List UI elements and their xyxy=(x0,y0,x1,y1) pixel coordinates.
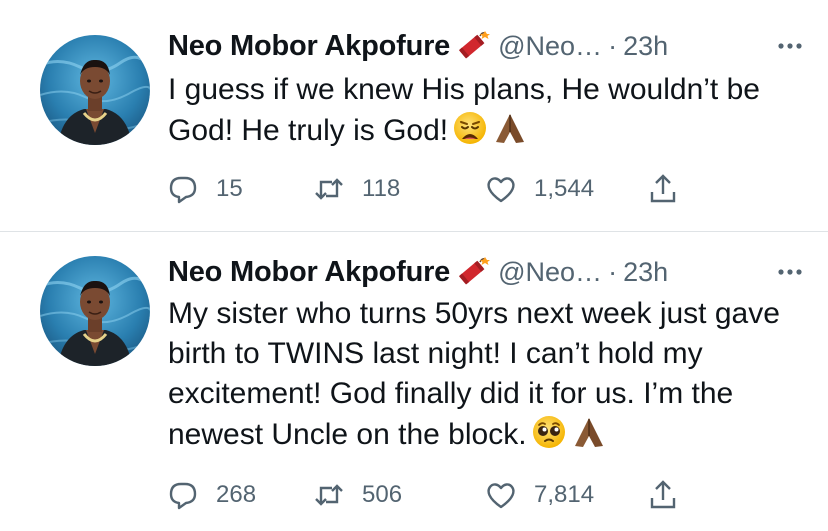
tweet-header: Neo Mobor Akpofure @Neo… · 23h xyxy=(168,252,808,292)
tweet-text-content: My sister who turns 50yrs next week just… xyxy=(168,297,780,451)
heart-icon xyxy=(487,483,515,509)
reply-count: 15 xyxy=(216,175,243,202)
folded-hands-emoji xyxy=(492,110,528,146)
reply-button[interactable]: 15 xyxy=(166,169,243,209)
like-count: 7,814 xyxy=(534,481,595,508)
separator-dot: · xyxy=(608,256,618,287)
retweet-count: 506 xyxy=(362,481,403,508)
share-icon xyxy=(650,174,676,203)
like-count: 1,544 xyxy=(534,175,595,202)
tweet-actions: 15 118 1,544 xyxy=(160,169,700,209)
firecracker-icon xyxy=(452,29,492,63)
pleading-face-emoji xyxy=(531,414,567,450)
retweet-count: 118 xyxy=(362,175,401,202)
separator-dot: · xyxy=(608,30,618,61)
share-button[interactable] xyxy=(646,475,696,515)
timestamp[interactable]: 23h xyxy=(623,257,668,288)
retweet-button[interactable]: 506 xyxy=(312,475,402,515)
retweet-icon xyxy=(315,484,343,506)
firecracker-icon xyxy=(452,255,492,289)
reply-icon xyxy=(169,482,197,510)
retweet-button[interactable]: 118 xyxy=(312,169,400,209)
like-button[interactable]: 1,544 xyxy=(484,169,594,209)
tweet-text: I guess if we knew His plans, He wouldn’… xyxy=(168,70,798,151)
share-button[interactable] xyxy=(646,169,696,209)
more-options-icon[interactable] xyxy=(772,260,808,284)
tweet-text: My sister who turns 50yrs next week just… xyxy=(168,294,798,455)
retweet-icon xyxy=(315,178,343,200)
author-handle[interactable]: @Neo… xyxy=(498,31,602,62)
like-button[interactable]: 7,814 xyxy=(484,475,594,515)
timestamp[interactable]: 23h xyxy=(623,31,668,62)
reply-button[interactable]: 268 xyxy=(166,475,256,515)
reply-icon xyxy=(169,176,197,204)
tweet-header: Neo Mobor Akpofure @Neo… · 23h xyxy=(168,26,808,66)
avatar[interactable] xyxy=(40,256,150,366)
author-name[interactable]: Neo Mobor Akpofure xyxy=(168,30,450,63)
heart-icon xyxy=(487,177,515,203)
tweet-actions: 268 506 7,814 xyxy=(160,475,700,515)
author-handle[interactable]: @Neo… xyxy=(498,257,602,288)
tweet[interactable]: Neo Mobor Akpofure @Neo… · 23h I guess i… xyxy=(0,0,828,232)
avatar[interactable] xyxy=(40,35,150,145)
share-icon xyxy=(650,480,676,509)
more-options-icon[interactable] xyxy=(772,34,808,58)
folded-hands-emoji xyxy=(571,414,607,450)
weary-face-emoji xyxy=(452,110,488,146)
author-name[interactable]: Neo Mobor Akpofure xyxy=(168,256,450,289)
reply-count: 268 xyxy=(216,481,257,508)
tweet[interactable]: Neo Mobor Akpofure @Neo… · 23h My sister… xyxy=(0,232,828,531)
